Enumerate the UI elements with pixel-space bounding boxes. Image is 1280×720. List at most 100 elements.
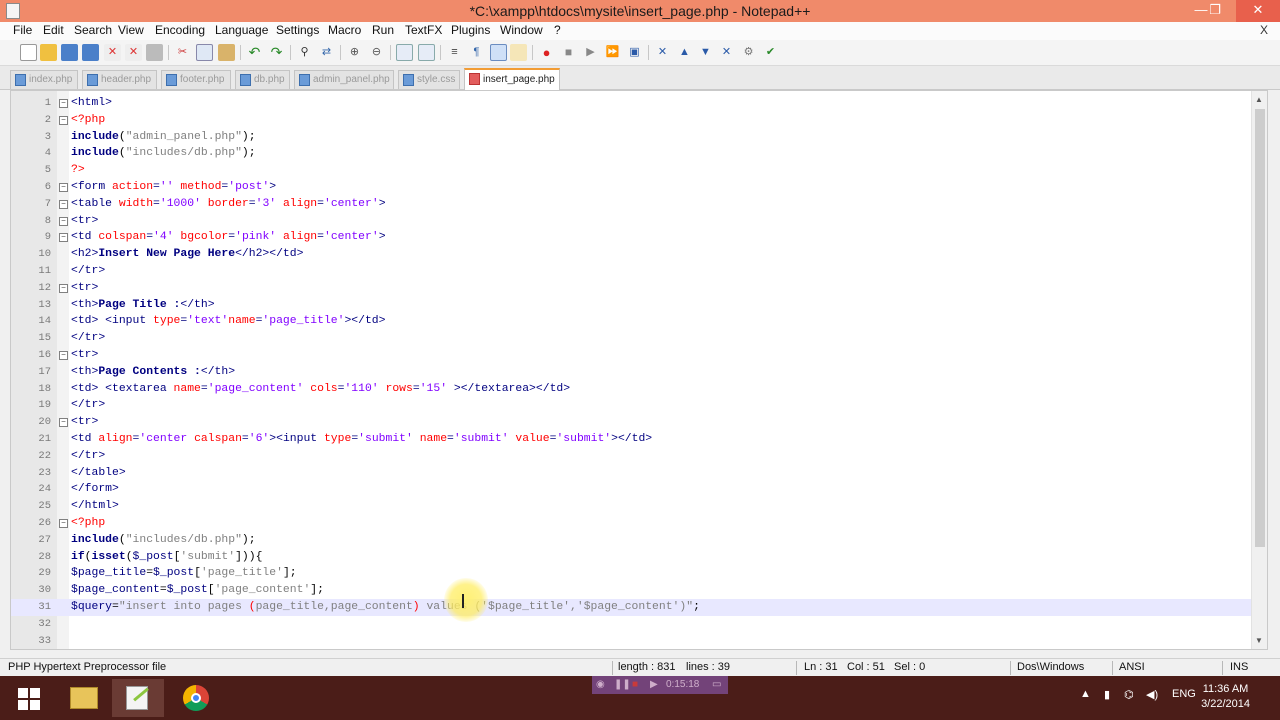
code-line[interactable]: 7− <table width='1000' border='3' align='… [11,196,1251,213]
print-icon[interactable] [146,44,163,61]
file-explorer-icon[interactable] [58,679,110,717]
undo-icon[interactable]: ↶ [246,44,263,61]
code-line[interactable]: 21 <td align='center calspan='6'><input t… [11,431,1251,448]
play-macro-icon[interactable]: ▶ [582,44,599,61]
menu-run[interactable]: Run [372,23,394,37]
save-icon[interactable] [61,44,78,61]
code-line[interactable]: 22 </tr> [11,448,1251,465]
replace-icon[interactable]: ⇄ [318,44,335,61]
menu-edit[interactable]: Edit [43,23,64,37]
play-multiple-icon[interactable]: ⏩ [604,44,621,61]
up-icon[interactable]: ▲ [676,44,693,61]
menu-file[interactable]: File [13,23,32,37]
menu-macro[interactable]: Macro [328,23,361,37]
code-line[interactable]: 17 <th>Page Contents :</th> [11,364,1251,381]
pause-icon[interactable]: ❚❚ [614,676,631,694]
menu-view[interactable]: View [118,23,144,37]
code-line[interactable]: 23 </table> [11,465,1251,482]
trim-icon[interactable]: ✕ [718,44,735,61]
windows-start-icon[interactable] [18,688,40,710]
redo-icon[interactable]: ↷ [268,44,285,61]
scroll-down-icon[interactable]: ▼ [1255,636,1263,645]
doc-map-icon[interactable] [510,44,527,61]
code-line[interactable]: 28 if(isset($_post['submit'])){ [11,549,1251,566]
code-line[interactable]: 30 $page_content=$_post['page_content']; [11,582,1251,599]
close-button[interactable]: ✕ [1236,0,1280,22]
sync-h-icon[interactable] [418,44,435,61]
code-line[interactable]: 32 [11,616,1251,633]
tab-footer-php[interactable]: footer.php [161,70,231,89]
notepadpp-taskbar-icon[interactable] [112,679,164,717]
tab-style-css[interactable]: style.css [398,70,460,89]
save-macro-icon[interactable]: ▣ [626,44,643,61]
record-macro-icon[interactable]: ● [538,44,555,61]
word-wrap-icon[interactable]: ≡ [446,44,463,61]
code-line[interactable]: 13 <th>Page Title :</th> [11,297,1251,314]
code-line[interactable]: 1− <html> [11,95,1251,112]
code-line[interactable]: 29 $page_title=$_post['page_title']; [11,565,1251,582]
code-line[interactable]: 2− <?php [11,112,1251,129]
new-file-icon[interactable] [20,44,37,61]
code-line[interactable]: 14 <td> <input type='text'name='page_titl… [11,313,1251,330]
code-line[interactable]: 27 include("includes/db.php"); [11,532,1251,549]
tab-index-php[interactable]: index.php [10,70,78,89]
close-document-button[interactable]: X [1260,23,1268,37]
find-icon[interactable]: ⚲ [296,44,313,61]
zoom-out-icon[interactable]: ⊖ [368,44,385,61]
fold-toggle-icon[interactable]: − [59,216,68,226]
save-all-icon[interactable] [82,44,99,61]
show-all-chars-icon[interactable]: ¶ [468,44,485,61]
code-line[interactable]: 3 include("admin_panel.php"); [11,129,1251,146]
scrollbar-thumb[interactable] [1255,109,1265,547]
fold-toggle-icon[interactable]: − [59,418,68,428]
tab-admin-panel-php[interactable]: admin_panel.php [294,70,394,89]
scroll-up-icon[interactable]: ▲ [1255,95,1263,104]
code-line[interactable]: 9− <td colspan='4' bgcolor='pink' align='… [11,229,1251,246]
language-indicator[interactable]: ENG [1172,688,1196,700]
code-line[interactable]: 12− <tr> [11,280,1251,297]
cut-icon[interactable]: ✂ [174,44,191,61]
code-line[interactable]: 4 include("includes/db.php"); [11,145,1251,162]
fold-toggle-icon[interactable]: − [59,283,68,293]
spell-icon[interactable]: ✔ [762,44,779,61]
tab-db-php[interactable]: db.php [235,70,290,89]
fold-toggle-icon[interactable]: − [59,182,68,192]
system-clock[interactable]: 11:36 AM 3/22/2014 [1201,682,1250,712]
indent-guide-icon[interactable] [490,44,507,61]
fold-toggle-icon[interactable]: − [59,350,68,360]
tab-insert-page-php[interactable]: insert_page.php [464,68,560,90]
paste-icon[interactable] [218,44,235,61]
code-line[interactable]: 33 [11,633,1251,650]
vertical-scrollbar[interactable]: ▲ ▼ [1251,91,1267,649]
play-icon[interactable]: ▶ [650,676,658,694]
restore-button[interactable]: ❐ [1200,0,1230,22]
fold-toggle-icon[interactable]: − [59,99,68,108]
code-line[interactable]: 26− <?php [11,515,1251,532]
launch-icon[interactable]: ⚙ [740,44,757,61]
menu-settings[interactable]: Settings [276,23,319,37]
code-line[interactable]: 18 <td> <textarea name='page_content' col… [11,381,1251,398]
code-line[interactable]: 10 <h2>Insert New Page Here</h2></td> [11,246,1251,263]
menu-search[interactable]: Search [74,23,112,37]
volume-icon[interactable]: ◀) [1146,688,1158,701]
code-line[interactable]: 6− <form action='' method='post'> [11,179,1251,196]
code-area[interactable]: 1− <html> 2− <?php 3 include("admin_panel.php… [11,95,1251,649]
menu-encoding[interactable]: Encoding [155,23,205,37]
menu-window[interactable]: Window [500,23,543,37]
code-line[interactable]: 31 $query="insert into pages (page_title,… [11,598,1251,616]
zoom-in-icon[interactable]: ⊕ [346,44,363,61]
recorder-menu-icon[interactable]: ▭ [712,676,721,694]
menu-plugins[interactable]: Plugins [451,23,490,37]
code-line[interactable]: 11 </tr> [11,263,1251,280]
menu-language[interactable]: Language [215,23,268,37]
close-all-icon[interactable]: ✕ [125,44,142,61]
code-line[interactable]: 20− <tr> [11,414,1251,431]
bookmark-icon[interactable]: ✕ [654,44,671,61]
down-icon[interactable]: ▼ [697,44,714,61]
code-line[interactable]: 5 ?> [11,162,1251,179]
fold-toggle-icon[interactable]: − [59,518,68,528]
network-icon[interactable]: ⌬ [1124,688,1134,701]
code-line[interactable]: 19 </tr> [11,397,1251,414]
code-line[interactable]: 16− <tr> [11,347,1251,364]
chrome-icon[interactable] [170,679,222,717]
